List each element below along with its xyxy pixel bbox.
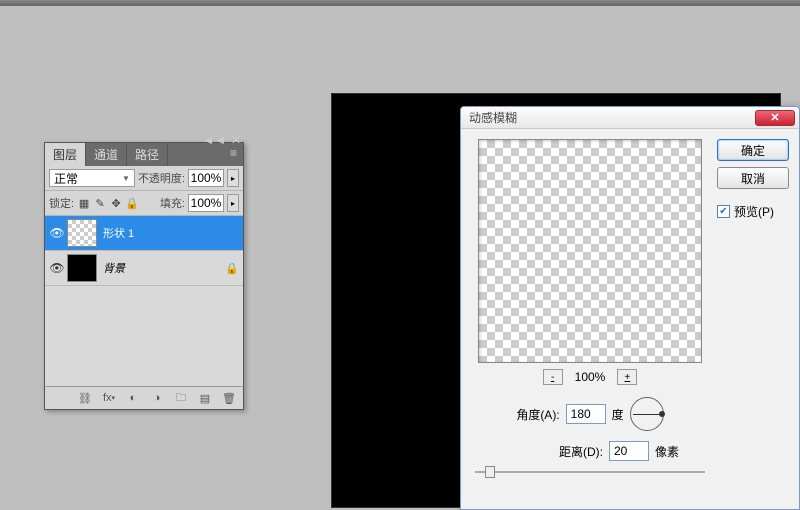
layers-panel: ◄◄ ✕ 图层 通道 路径 ≡ 正常 ▼ 不透明度: 100% ▸ 锁定: ▦ … [44, 142, 244, 410]
preview-image[interactable] [478, 139, 702, 363]
angle-label: 角度(A): [516, 406, 559, 423]
opacity-label: 不透明度: [138, 170, 185, 186]
close-button[interactable]: ✕ [755, 110, 795, 126]
zoom-value: 100% [575, 370, 606, 384]
layer-thumbnail[interactable] [67, 219, 97, 247]
zoom-controls: - 100% + [543, 369, 638, 385]
layer-name: 形状 1 [103, 225, 134, 241]
app-top-strip [0, 0, 800, 6]
cancel-button[interactable]: 取消 [717, 167, 789, 189]
distance-slider[interactable] [475, 471, 705, 473]
lock-transparent-icon[interactable]: ▦ [77, 196, 91, 210]
ok-button[interactable]: 确定 [717, 139, 789, 161]
filter-controls: 角度(A): 180 度 距离(D): 20 像素 [471, 397, 709, 475]
angle-input[interactable]: 180 [566, 404, 606, 424]
dialog-title: 动感模糊 [469, 109, 517, 126]
layer-fx-icon[interactable]: fx▾ [101, 391, 117, 405]
lock-paint-icon[interactable]: ✎ [93, 196, 107, 210]
blend-mode-select[interactable]: 正常 ▼ [49, 169, 135, 187]
panel-footer: ⛓ fx▾ ◐ ◑ 🗀 ▤ 🗑 [45, 386, 243, 409]
dialog-titlebar[interactable]: 动感模糊 ✕ [461, 107, 799, 129]
distance-label: 距离(D): [559, 443, 603, 460]
panel-close-icon[interactable]: ✕ [231, 133, 241, 147]
preview-checkbox-row: ✔ 预览(P) [717, 203, 789, 220]
distance-unit: 像素 [655, 443, 679, 460]
fill-label: 填充: [160, 195, 185, 211]
layer-row[interactable]: 👁 形状 1 [45, 216, 243, 251]
angle-unit: 度 [612, 406, 624, 423]
dialog-body: - 100% + 角度(A): 180 度 距离(D): 20 像素 [461, 129, 799, 485]
zoom-in-button[interactable]: + [617, 369, 637, 385]
opacity-flyout-icon[interactable]: ▸ [227, 169, 239, 187]
zoom-out-button[interactable]: - [543, 369, 563, 385]
preview-checkbox[interactable]: ✔ [717, 205, 730, 218]
blend-row: 正常 ▼ 不透明度: 100% ▸ [45, 166, 243, 191]
chevron-down-icon: ▼ [122, 174, 130, 183]
preview-checkbox-label: 预览(P) [734, 203, 774, 220]
angle-row: 角度(A): 180 度 [475, 397, 705, 431]
link-layers-icon[interactable]: ⛓ [77, 391, 93, 405]
new-layer-icon[interactable]: ▤ [197, 391, 213, 405]
opacity-value[interactable]: 100% [188, 169, 224, 187]
visibility-icon[interactable]: 👁 [49, 260, 65, 276]
lock-icons-group: ▦ ✎ ✥ 🔒 [77, 196, 139, 210]
motion-blur-dialog: 动感模糊 ✕ - 100% + 角度(A): 180 度 距离(D): 20 [460, 106, 800, 510]
visibility-icon[interactable]: 👁 [49, 225, 65, 241]
layer-group-icon[interactable]: 🗀 [173, 391, 189, 405]
delete-layer-icon[interactable]: 🗑 [221, 391, 237, 405]
tab-layers[interactable]: 图层 [45, 143, 86, 166]
lock-label: 锁定: [49, 195, 74, 211]
lock-icon: 🔒 [225, 262, 239, 275]
tab-channels[interactable]: 通道 [86, 143, 127, 166]
angle-dial[interactable] [630, 397, 664, 431]
lock-position-icon[interactable]: ✥ [109, 196, 123, 210]
panel-collapse-icon[interactable]: ◄◄ [202, 133, 226, 147]
button-column: 确定 取消 ✔ 预览(P) [717, 139, 789, 475]
blend-mode-value: 正常 [54, 170, 78, 187]
layer-name: 背景 [103, 260, 125, 276]
lock-row: 锁定: ▦ ✎ ✥ 🔒 填充: 100% ▸ [45, 191, 243, 216]
panel-controls: ◄◄ ✕ [200, 133, 241, 147]
fill-value[interactable]: 100% [188, 194, 224, 212]
layer-row[interactable]: 👁 背景 🔒 [45, 251, 243, 286]
fill-flyout-icon[interactable]: ▸ [227, 194, 239, 212]
lock-all-icon[interactable]: 🔒 [125, 196, 139, 210]
layer-thumbnail[interactable] [67, 254, 97, 282]
layers-list: 👁 形状 1 👁 背景 🔒 [45, 216, 243, 386]
distance-input[interactable]: 20 [609, 441, 649, 461]
adjustment-layer-icon[interactable]: ◑ [149, 391, 165, 405]
preview-column: - 100% + 角度(A): 180 度 距离(D): 20 像素 [471, 139, 709, 475]
layer-mask-icon[interactable]: ◐ [125, 391, 141, 405]
slider-thumb[interactable] [485, 466, 495, 478]
distance-row: 距离(D): 20 像素 [475, 441, 705, 461]
tab-paths[interactable]: 路径 [127, 143, 168, 166]
